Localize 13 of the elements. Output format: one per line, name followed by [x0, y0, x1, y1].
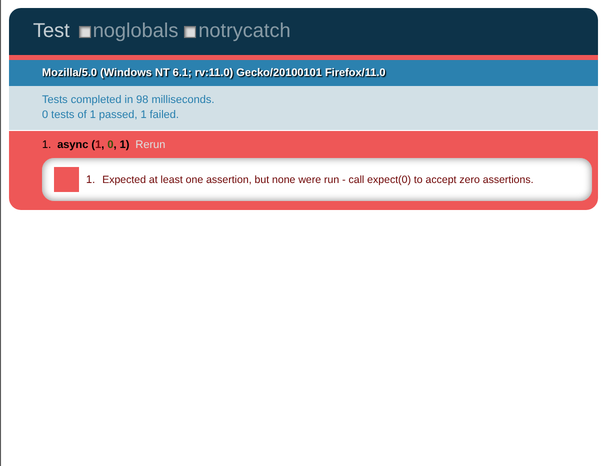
test-name[interactable]: async (1, 0, 1) [57, 139, 130, 151]
checkbox-label[interactable]: notrycatch [198, 20, 291, 43]
rerun-link[interactable]: Rerun [135, 139, 166, 151]
list-number: 1. [42, 139, 52, 151]
list-number: 1. [86, 174, 96, 186]
checkbox[interactable] [78, 26, 91, 38]
page-title: Test [33, 20, 70, 43]
checkbox-label[interactable]: noglobals [92, 20, 178, 43]
checkbox[interactable] [184, 26, 196, 38]
assertion-message: Expected at least one assertion, but none were run - call expect(0) to accept zero assertions. [102, 174, 534, 186]
user-agent-text: Mozilla/5.0 (Windows NT 6.1; rv:11.0) Gecko/20100101 Firefox/11.0 [42, 67, 386, 79]
summary-line: 0 tests of 1 passed, 1 failed. [42, 108, 180, 123]
summary-line: Tests completed in 98 milliseconds. [42, 93, 216, 108]
